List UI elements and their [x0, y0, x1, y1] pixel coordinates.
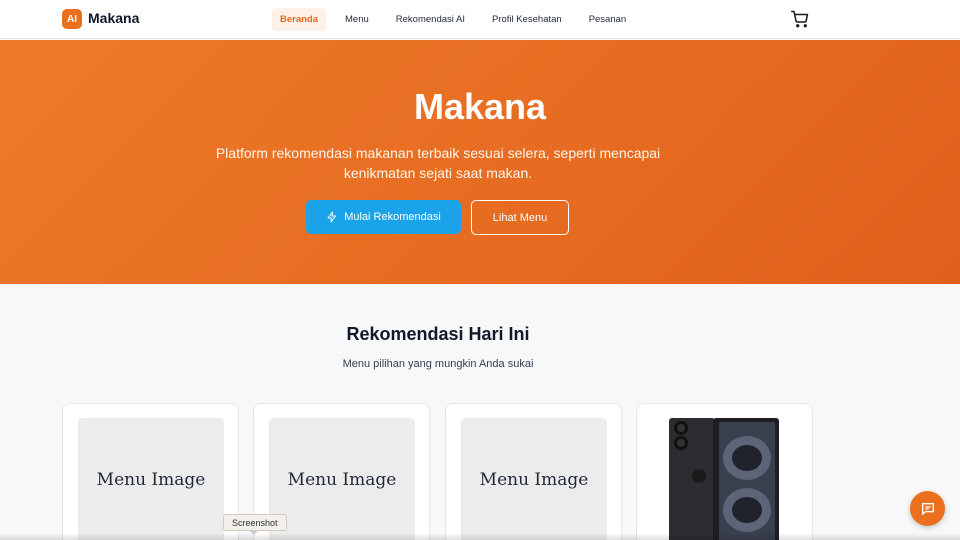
- menu-card[interactable]: Menu Image: [445, 403, 622, 540]
- lightning-icon: [327, 211, 337, 223]
- cart-icon: [791, 10, 809, 28]
- logo-badge[interactable]: AI: [62, 9, 82, 29]
- section-title: Rekomendasi Hari Ini: [346, 324, 530, 344]
- menu-image-placeholder: Menu Image: [461, 418, 607, 540]
- nav-link-profil-kesehatan[interactable]: Profil Kesehatan: [484, 8, 570, 31]
- view-menu-label: Lihat Menu: [492, 211, 548, 224]
- navbar: AI Makana Beranda Menu Rekomendasi AI Pr…: [0, 0, 960, 39]
- menu-image-placeholder: Menu Image: [78, 418, 224, 540]
- nav-links: Beranda Menu Rekomendasi AI Profil Keseh…: [272, 8, 645, 31]
- nav-link-beranda[interactable]: Beranda: [272, 8, 327, 31]
- cart-button[interactable]: [791, 10, 809, 28]
- menu-image-placeholder: Menu Image: [269, 418, 415, 540]
- chat-icon: [921, 502, 934, 515]
- chat-button[interactable]: [910, 491, 945, 526]
- nav-link-menu[interactable]: Menu: [337, 8, 377, 31]
- hero-section: Makana Platform rekomendasi makanan terb…: [0, 40, 960, 284]
- menu-card[interactable]: [636, 403, 813, 540]
- start-recommendation-button[interactable]: Mulai Rekomendasi: [306, 200, 461, 234]
- screenshot-tooltip: Screenshot: [223, 514, 287, 531]
- nav-link-rekomendasi-ai[interactable]: Rekomendasi AI: [388, 8, 473, 31]
- dock-edge: [0, 534, 960, 540]
- phone-photo: [669, 418, 781, 540]
- menu-card[interactable]: Menu Image: [62, 403, 239, 540]
- brand-name[interactable]: Makana: [88, 10, 139, 26]
- start-recommendation-label: Mulai Rekomendasi: [344, 211, 441, 223]
- nav-link-pesanan[interactable]: Pesanan: [581, 8, 635, 31]
- hero-title: Makana: [413, 86, 547, 127]
- view-menu-button[interactable]: Lihat Menu: [471, 200, 569, 235]
- hero-subtitle: Platform rekomendasi makanan terbaik ses…: [215, 145, 661, 181]
- section-subtitle: Menu pilihan yang mungkin Anda sukai: [342, 358, 534, 370]
